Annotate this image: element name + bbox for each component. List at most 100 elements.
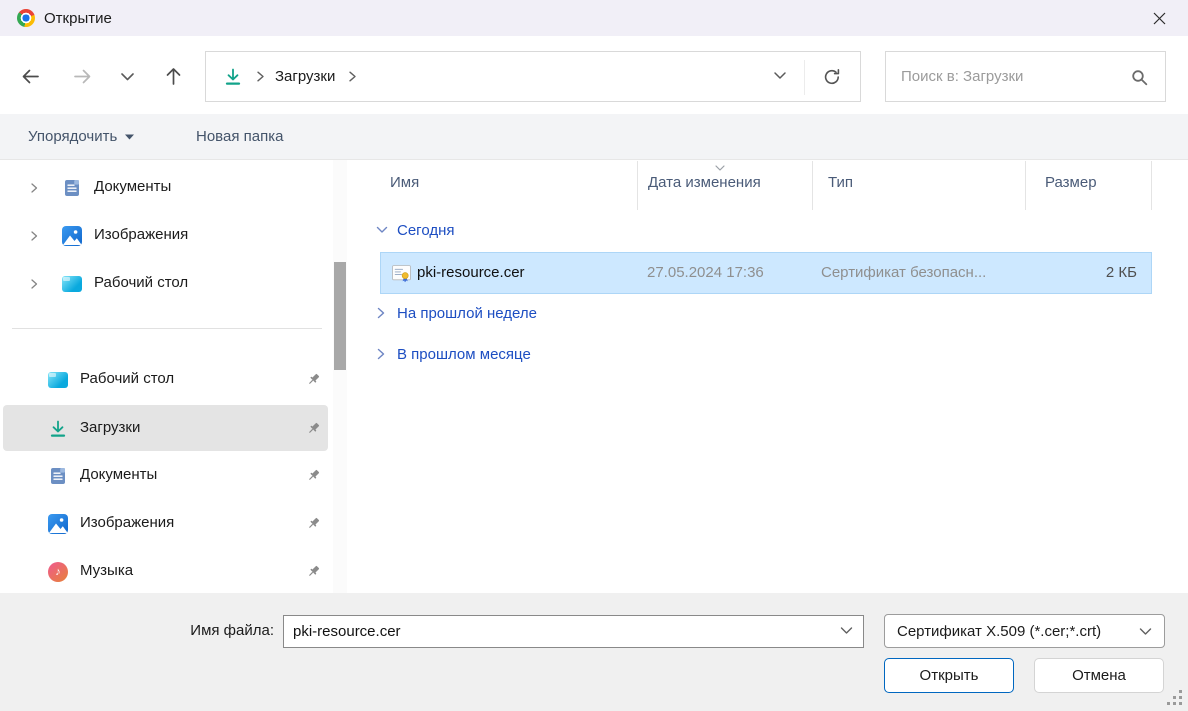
column-divider[interactable] [1025,161,1026,210]
file-modified-date: 27.05.2024 17:36 [647,264,764,281]
sidebar-divider [12,328,322,329]
chevron-right-icon[interactable] [28,182,40,194]
open-button[interactable]: Открыть [884,658,1014,693]
sidebar-item-label: Изображения [94,226,188,243]
column-header-name[interactable]: Имя [390,174,419,191]
address-bar[interactable]: Загрузки [205,51,861,102]
column-header-size[interactable]: Размер [1045,174,1097,191]
group-header-last-month[interactable]: В прошлом месяце [397,346,531,363]
title-bar: Открытие [0,0,1188,36]
documents-icon [62,178,82,198]
filename-combo [283,615,864,648]
organize-button[interactable]: Упорядочить [28,114,134,159]
navigation-bar: Загрузки [0,36,1188,114]
chevron-right-icon [376,348,386,360]
pin-icon [306,516,321,531]
group-label: Сегодня [397,222,455,239]
column-divider[interactable] [812,161,813,210]
up-icon[interactable] [163,65,184,87]
downloads-folder-icon [223,67,243,87]
dialog-footer: Имя файла: Сертификат X.509 (*.cer;*.crt… [0,593,1188,711]
sidebar-item-music-pinned[interactable]: ♪ Музыка [3,548,328,596]
filetype-value: Сертификат X.509 (*.cer;*.crt) [897,623,1101,640]
documents-icon [48,466,68,486]
forward-icon[interactable] [72,66,93,87]
new-folder-label: Новая папка [196,128,283,145]
close-icon [1152,11,1167,26]
search-icon[interactable] [1130,68,1149,87]
sidebar-item-label: Рабочий стол [80,370,174,387]
pictures-icon [62,226,82,246]
pin-icon [306,564,321,579]
group-label: На прошлой неделе [397,305,537,322]
sidebar-item-downloads-pinned[interactable]: Загрузки [3,405,328,451]
certificate-file-icon [391,263,412,284]
sidebar-item-pictures-pinned[interactable]: Изображения [3,500,328,548]
pin-icon [306,372,321,387]
main-area: Документы Изображения Рабочий стол Рабоч… [0,160,1188,593]
caret-down-icon [125,134,134,140]
sidebar-item-label: Изображения [80,514,174,531]
file-row-selected[interactable]: pki-resource.cer 27.05.2024 17:36 Сертиф… [380,252,1152,294]
chevron-right-icon [376,307,386,319]
sidebar-item-desktop[interactable]: Рабочий стол [0,260,332,308]
search-input[interactable] [886,52,1165,101]
filetype-select[interactable]: Сертификат X.509 (*.cer;*.crt) [884,614,1165,648]
new-folder-button[interactable]: Новая папка [196,114,283,159]
address-dropdown-chevron-icon[interactable] [772,70,788,82]
sidebar-item-label: Документы [80,466,157,483]
scrollbar-thumb[interactable] [334,262,346,370]
chevron-right-icon[interactable] [28,230,40,242]
sidebar-item-pictures[interactable]: Изображения [0,212,332,260]
sidebar-item-label: Рабочий стол [94,274,188,291]
file-size: 2 КБ [1106,264,1137,281]
sidebar-item-documents-pinned[interactable]: Документы [3,452,328,500]
back-icon[interactable] [20,66,41,87]
group-header-last-week[interactable]: На прошлой неделе [397,305,537,322]
pictures-icon [48,514,68,534]
dialog-toolbar: Упорядочить Новая папка ? [0,114,1188,160]
window-title: Открытие [44,10,112,27]
filename-label: Имя файла: [168,622,274,639]
file-name: pki-resource.cer [417,264,525,281]
close-button[interactable] [1142,4,1176,32]
cancel-button[interactable]: Отмена [1034,658,1164,693]
sidebar-item-label: Загрузки [80,419,140,436]
column-header-modified[interactable]: Дата изменения [648,174,761,191]
group-header-today[interactable]: Сегодня [397,222,455,239]
chevron-down-icon [1138,626,1153,638]
recent-locations-chevron-icon[interactable] [119,71,136,84]
group-label: В прошлом месяце [397,346,531,363]
filename-input[interactable] [283,615,864,648]
open-button-label: Открыть [920,667,979,684]
desktop-icon [62,276,82,292]
breadcrumb-folder[interactable]: Загрузки [275,68,335,85]
chevron-right-icon[interactable] [28,278,40,290]
column-header-type[interactable]: Тип [828,174,853,191]
sidebar-item-label: Документы [94,178,171,195]
sidebar-item-label: Музыка [80,562,133,579]
music-icon: ♪ [48,562,68,582]
organize-label: Упорядочить [28,128,117,145]
pin-icon [306,421,321,436]
column-divider[interactable] [1151,161,1152,210]
breadcrumb-chevron-icon[interactable] [348,70,357,83]
chevron-down-icon [376,225,388,235]
breadcrumb-chevron-icon[interactable] [256,70,265,83]
open-file-dialog: Открытие Загрузки Упорядочить [0,0,1188,711]
column-divider[interactable] [637,161,638,210]
resize-grip[interactable] [1165,688,1184,707]
sidebar-scrollbar[interactable] [333,160,347,593]
divider [804,60,805,95]
cancel-button-label: Отмена [1072,667,1126,684]
chrome-logo-icon [17,9,35,27]
sidebar-item-documents[interactable]: Документы [0,164,332,212]
file-type: Сертификат безопасн... [821,264,986,281]
pin-icon [306,468,321,483]
desktop-icon [48,372,68,388]
sort-chevron-icon [714,164,726,173]
sidebar-item-desktop-pinned[interactable]: Рабочий стол [3,356,328,404]
downloads-icon [48,419,68,443]
chevron-down-icon[interactable] [839,625,854,637]
refresh-icon[interactable] [822,67,842,87]
